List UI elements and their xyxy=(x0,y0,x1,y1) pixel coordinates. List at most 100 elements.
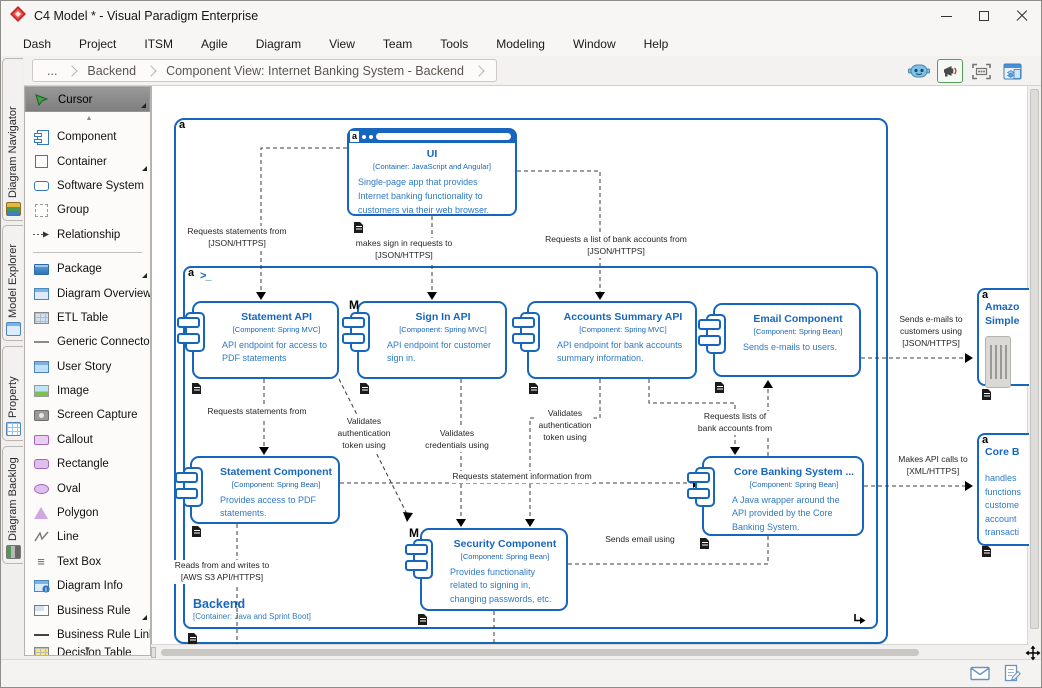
palette-item-oval[interactable]: Oval xyxy=(25,476,150,500)
connector-label[interactable]: Requests lists of bank accounts from xyxy=(696,411,774,435)
connector-label[interactable]: Sends e-mails to customers using [JSON/H… xyxy=(897,314,964,350)
splitter-handle[interactable] xyxy=(151,647,156,658)
cursor-icon xyxy=(33,92,51,108)
palette-item-label: Container xyxy=(57,156,107,168)
palette-item-line[interactable]: Line xyxy=(25,525,150,549)
palette-item-user-story[interactable]: User Story xyxy=(25,355,150,379)
panel-grip[interactable] xyxy=(985,336,1011,388)
connector-label[interactable]: makes sign in requests to [JSON/HTTPS] xyxy=(354,238,454,262)
breadcrumb-item-more[interactable]: ... xyxy=(45,64,59,78)
connector-label[interactable]: Validates authentication token using xyxy=(537,408,594,444)
palette-item-business-rule-link[interactable]: Business Rule Link xyxy=(25,623,150,647)
palette-item-callout[interactable]: Callout xyxy=(25,428,150,452)
palette-item-label: User Story xyxy=(57,361,111,373)
palette-item-business-rule[interactable]: Business Rule xyxy=(25,598,150,622)
connector-label[interactable]: Validates credentials using xyxy=(423,428,491,452)
close-button[interactable] xyxy=(1003,1,1041,31)
menu-diagram[interactable]: Diagram xyxy=(242,34,315,54)
palette-item-software-system[interactable]: Software System xyxy=(25,174,150,198)
modeling-assistant-bot-icon[interactable] xyxy=(906,59,932,83)
node-ui[interactable]: aUI[Container: JavaScript and Angular]Si… xyxy=(347,128,517,216)
sidebar-tab-diagram-backlog[interactable]: Diagram Backlog xyxy=(2,446,23,564)
mail-icon[interactable] xyxy=(970,666,990,686)
node-stereotype: [Component: Spring Bean] xyxy=(732,480,856,489)
menu-project[interactable]: Project xyxy=(65,34,130,54)
node-accounts-summary-api[interactable]: Accounts Summary API[Component: Spring M… xyxy=(527,301,697,379)
node-stereotype: [So xyxy=(985,460,1029,469)
sidebar-tab-model-explorer[interactable]: Model Explorer xyxy=(2,225,23,341)
palette-item-group[interactable]: Group xyxy=(25,198,150,222)
palette-item-screen-capture[interactable]: Screen Capture xyxy=(25,403,150,427)
node-statement-api[interactable]: Statement API[Component: Spring MVC]API … xyxy=(192,301,339,379)
menu-itsm[interactable]: ITSM xyxy=(130,34,187,54)
component-icon xyxy=(520,312,540,352)
horizontal-scrollbar[interactable] xyxy=(151,644,1029,659)
minimize-button[interactable] xyxy=(927,1,965,31)
palette-item-rectangle[interactable]: Rectangle xyxy=(25,452,150,476)
connector-label[interactable]: Requests statements from xyxy=(205,406,308,418)
node-sign-in-api[interactable]: Sign In API[Component: Spring MVC]API en… xyxy=(357,301,507,379)
palette-item-image[interactable]: Image xyxy=(25,379,150,403)
diagram-navigator-icon xyxy=(6,202,21,216)
presentation-frame-icon[interactable] xyxy=(968,59,994,83)
message-log-icon[interactable] xyxy=(1004,664,1021,688)
breadcrumb-item-component-view-internet-banking-system-backend[interactable]: Component View: Internet Banking System … xyxy=(164,64,466,78)
palette-item-generic-connector[interactable]: Generic Connector xyxy=(25,330,150,354)
visual-paradigm-logo-icon xyxy=(10,6,26,27)
group-letter: a xyxy=(982,289,988,301)
palette-item-etl-table[interactable]: ETL Table xyxy=(25,306,150,330)
connector-label[interactable]: Reads from and writes to [AWS S3 API/HTT… xyxy=(173,560,271,584)
connector-label[interactable]: Requests statement information from xyxy=(450,471,593,483)
palette-scroll-down[interactable]: ▼ xyxy=(25,645,150,654)
node-title: Sign In API xyxy=(387,311,499,324)
menu-dash[interactable]: Dash xyxy=(9,34,65,54)
menu-modeling[interactable]: Modeling xyxy=(482,34,559,54)
submenu-corner-icon xyxy=(141,103,146,108)
model-explorer-icon xyxy=(6,322,21,336)
vertical-scrollbar[interactable] xyxy=(1027,86,1041,646)
connector-label[interactable]: Requests statements from [JSON/HTTPS] xyxy=(185,226,288,250)
sidebar-tab-diagram-navigator[interactable]: Diagram Navigator xyxy=(2,58,23,221)
node-core-banking-system-facade[interactable]: Core Banking System ...[Component: Sprin… xyxy=(702,456,864,536)
announcement-icon[interactable] xyxy=(937,59,963,83)
pan-tool-icon[interactable] xyxy=(1025,644,1041,662)
palette-item-relationship[interactable]: Relationship xyxy=(25,223,150,247)
vertical-scrollbar-thumb[interactable] xyxy=(1030,89,1039,629)
palette-item-component[interactable]: Component xyxy=(25,125,150,149)
palette-item-diagram-overview[interactable]: Diagram Overview xyxy=(25,281,150,305)
horizontal-scrollbar-thumb[interactable] xyxy=(161,649,919,656)
connector-label[interactable]: Makes API calls to [XML/HTTPS] xyxy=(896,454,969,478)
palette-item-diagram-info[interactable]: iDiagram Info xyxy=(25,574,150,598)
menu-view[interactable]: View xyxy=(315,34,369,54)
menu-window[interactable]: Window xyxy=(559,34,630,54)
node-core-banking-system[interactable]: aCore B[Sohandles functions custome acco… xyxy=(977,433,1029,546)
layout-panes-icon[interactable] xyxy=(999,59,1025,83)
sidebar-tab-property[interactable]: Property xyxy=(2,346,23,441)
node-title: Security Component xyxy=(450,538,560,551)
component-icon xyxy=(183,467,203,507)
palette-scroll-up[interactable]: ▲ xyxy=(25,112,150,125)
diagram-canvas[interactable]: aa>_Backend[Container: Java and Sprint B… xyxy=(151,86,1029,646)
palette-item-polygon[interactable]: Polygon xyxy=(25,501,150,525)
menu-tools[interactable]: Tools xyxy=(426,34,482,54)
connector-label[interactable]: Sends email using xyxy=(603,534,676,546)
menu-help[interactable]: Help xyxy=(630,34,683,54)
connector-label[interactable]: Requests a list of bank accounts from [J… xyxy=(543,234,689,258)
menu-team[interactable]: Team xyxy=(369,34,426,54)
palette-item-label: Line xyxy=(57,531,79,543)
node-title: Amazo Simple xyxy=(985,300,1029,328)
node-security-component[interactable]: Security Component[Component: Spring Bea… xyxy=(420,528,568,611)
node-email-component[interactable]: Email Component[Component: Spring Bean]S… xyxy=(713,303,861,377)
container-label: Backend[Container: Java and Sprint Boot] xyxy=(193,597,311,621)
node-title: Core B xyxy=(985,445,1029,459)
maximize-button[interactable] xyxy=(965,1,1003,31)
breadcrumb-item-backend[interactable]: Backend xyxy=(85,64,138,78)
palette-item-cursor[interactable]: Cursor xyxy=(25,87,150,112)
palette-item-package[interactable]: Package xyxy=(25,257,150,281)
node-statement-component[interactable]: Statement Component[Component: Spring Be… xyxy=(190,456,340,524)
palette-item-container[interactable]: Container xyxy=(25,149,150,173)
connector-label[interactable]: Validates authentication token using xyxy=(336,416,393,452)
palette-item-label: Group xyxy=(57,204,89,216)
palette-item-text-box[interactable]: ≡Text Box xyxy=(25,550,150,574)
menu-agile[interactable]: Agile xyxy=(187,34,242,54)
